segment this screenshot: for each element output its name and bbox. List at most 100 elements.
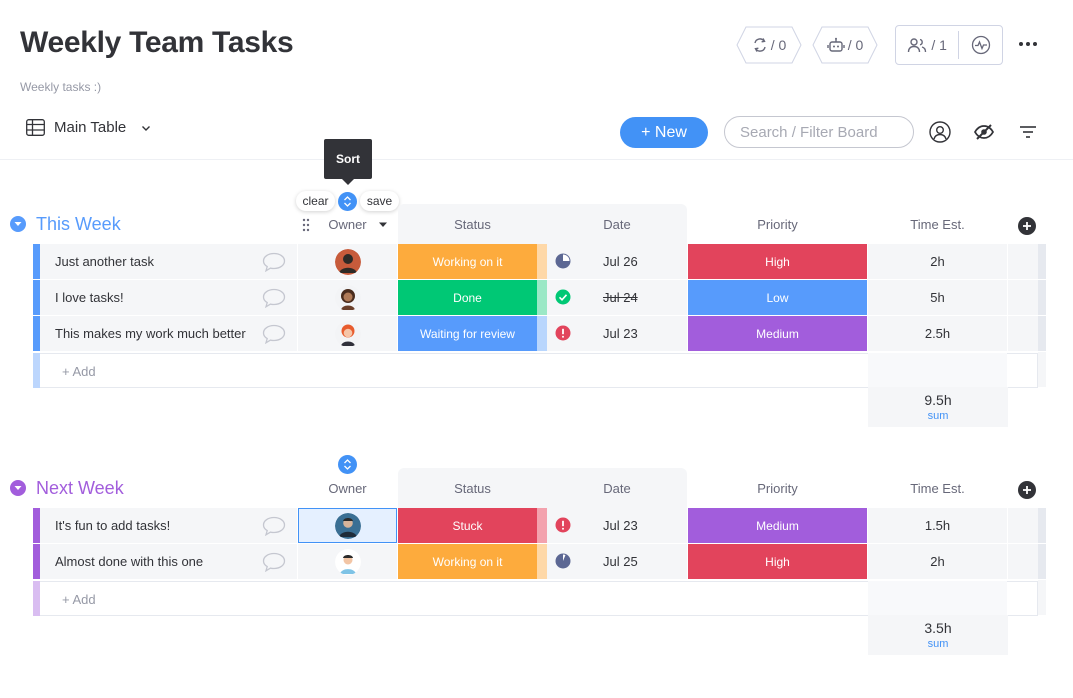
more-options-button[interactable] (1016, 33, 1040, 55)
automation-icon (754, 38, 766, 52)
person-filter-button[interactable] (928, 120, 952, 144)
priority-label[interactable]: High (688, 244, 867, 279)
time-estimate[interactable]: 2.5h (868, 316, 1007, 351)
owner-cell[interactable] (298, 244, 397, 279)
status-edge (537, 316, 547, 351)
updates-button[interactable] (259, 544, 289, 579)
sum-value: 9.5h (924, 392, 952, 408)
avatar (334, 512, 361, 539)
add-item-label[interactable]: + Add (62, 592, 96, 607)
time-estimate[interactable]: 5h (868, 280, 1007, 315)
column-header-label: Owner (328, 216, 367, 232)
owner-cell[interactable] (298, 544, 397, 579)
status-edge (537, 508, 547, 543)
row-tail (1008, 316, 1038, 351)
avatar (334, 248, 361, 275)
filter-button[interactable] (1016, 120, 1040, 144)
table-row[interactable]: Just another task Working on it Jul 26 H… (33, 244, 1046, 279)
members-button[interactable]: / 1 (896, 26, 958, 64)
add-column-button[interactable] (1018, 217, 1036, 235)
group-collapse-toggle[interactable] (10, 216, 26, 232)
table-icon (26, 119, 45, 136)
integrations-button[interactable]: / 0 (812, 26, 878, 64)
group-title[interactable]: This Week (36, 214, 121, 235)
priority-label[interactable]: Medium (688, 316, 867, 351)
owner-cell[interactable] (298, 280, 397, 315)
date-cell[interactable]: Jul 24 (547, 280, 687, 315)
status-label[interactable]: Waiting for review (398, 316, 537, 351)
row-tail (1008, 544, 1038, 579)
status-edge (537, 244, 547, 279)
add-row-shade (868, 353, 1007, 388)
updates-button[interactable] (259, 280, 289, 315)
clock-progress-icon (555, 253, 571, 269)
group-title[interactable]: Next Week (36, 478, 124, 499)
add-column-button[interactable] (1018, 481, 1036, 499)
table-row[interactable]: Almost done with this one Working on it … (33, 544, 1046, 579)
time-estimate[interactable]: 2h (868, 244, 1007, 279)
row-edge (1038, 352, 1046, 387)
column-header-status[interactable]: Status (398, 204, 547, 244)
time-estimate[interactable]: 2h (868, 544, 1007, 579)
date-cell[interactable]: Jul 23 (547, 316, 687, 351)
group-collapse-toggle[interactable] (10, 480, 26, 496)
column-header-time[interactable]: Time Est. (868, 204, 1007, 244)
date-cell[interactable]: Jul 26 (547, 244, 687, 279)
activity-button[interactable] (959, 26, 1002, 64)
row-edge (1038, 508, 1046, 543)
column-header-date[interactable]: Date (547, 468, 687, 508)
row-tail (1008, 244, 1038, 279)
table-row[interactable]: This makes my work much better Waiting f… (33, 316, 1046, 351)
status-label[interactable]: Working on it (398, 244, 537, 279)
column-header-date[interactable]: Date (547, 204, 687, 244)
add-item-row[interactable]: + Add (33, 581, 1038, 616)
sum-label[interactable]: sum (928, 410, 949, 422)
add-item-label[interactable]: + Add (62, 364, 96, 379)
tooltip-arrow (342, 179, 354, 185)
board-title[interactable]: Weekly Team Tasks (20, 26, 294, 60)
view-switcher[interactable]: Main Table (26, 119, 153, 136)
date-cell[interactable]: Jul 25 (547, 544, 687, 579)
column-header-status[interactable]: Status (398, 468, 547, 508)
priority-label[interactable]: High (688, 544, 867, 579)
clock-progress-icon (555, 553, 571, 569)
priority-label[interactable]: Medium (688, 508, 867, 543)
new-item-button[interactable]: + New (620, 117, 708, 148)
caret-down-icon[interactable] (378, 222, 388, 228)
check-circle-icon (555, 289, 571, 305)
status-edge (537, 544, 547, 579)
row-tail (1008, 280, 1038, 315)
date-cell[interactable]: Jul 23 (547, 508, 687, 543)
row-tail (1008, 508, 1038, 543)
column-header-owner[interactable]: Owner (298, 204, 397, 244)
updates-button[interactable] (259, 244, 289, 279)
updates-button[interactable] (259, 508, 289, 543)
priority-label[interactable]: Low (688, 280, 867, 315)
table-row[interactable]: It's fun to add tasks! Stuck Jul 23 Medi… (33, 508, 1046, 543)
column-header-priority[interactable]: Priority (688, 468, 867, 508)
table-row[interactable]: I love tasks! Done Jul 24 Low 5h (33, 280, 1046, 315)
add-item-row[interactable]: + Add (33, 353, 1038, 388)
column-header-time[interactable]: Time Est. (868, 468, 1007, 508)
hide-columns-button[interactable] (972, 120, 996, 144)
automations-button[interactable]: / 0 (736, 26, 802, 64)
filter-icon (1020, 126, 1036, 138)
time-sum-footer: 9.5h sum (868, 387, 1008, 427)
column-header-owner[interactable]: Owner (298, 468, 397, 508)
time-estimate[interactable]: 1.5h (868, 508, 1007, 543)
chevron-down-icon (14, 222, 22, 226)
owner-cell[interactable] (298, 316, 397, 351)
status-label[interactable]: Stuck (398, 508, 537, 543)
status-label[interactable]: Working on it (398, 544, 537, 579)
column-header-priority[interactable]: Priority (688, 204, 867, 244)
chevron-down-icon (142, 125, 151, 131)
board-description[interactable]: Weekly tasks :) (20, 80, 101, 94)
alert-icon (555, 517, 571, 533)
members-activity-box: / 1 (895, 25, 1003, 65)
eye-hidden-icon (973, 124, 995, 140)
updates-button[interactable] (259, 316, 289, 351)
search-input[interactable] (724, 116, 914, 148)
status-label[interactable]: Done (398, 280, 537, 315)
sum-label[interactable]: sum (928, 638, 949, 650)
owner-cell[interactable] (298, 508, 397, 543)
